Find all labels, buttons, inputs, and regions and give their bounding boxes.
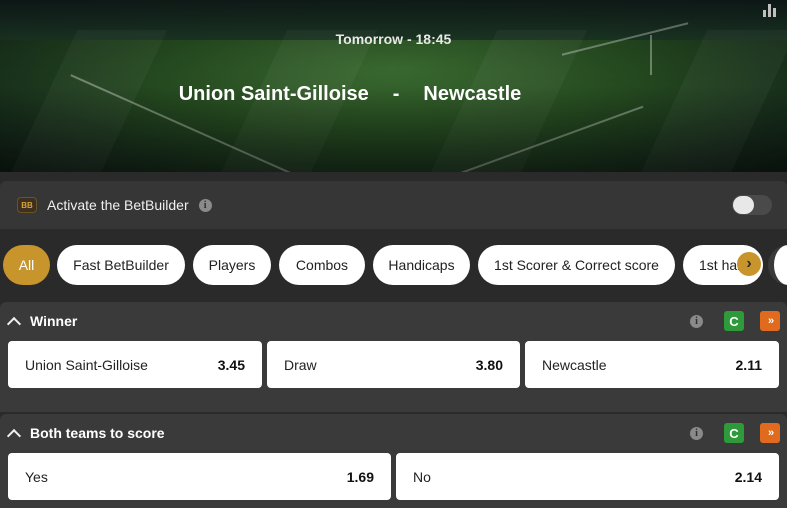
selection-label: Yes bbox=[25, 468, 48, 485]
odds-button[interactable]: Union Saint-Gilloise 3.45 bbox=[8, 341, 262, 388]
chevron-right-icon[interactable]: › bbox=[737, 252, 761, 276]
betbuilder-toggle[interactable] bbox=[732, 195, 772, 215]
market-header-icons: i C » bbox=[690, 423, 780, 443]
away-team-name: Newcastle bbox=[423, 83, 522, 105]
betbuilder-bar: BB Activate the BetBuilder i bbox=[0, 181, 787, 229]
bar-chart-icon[interactable] bbox=[763, 3, 777, 17]
info-icon[interactable]: i bbox=[690, 314, 703, 328]
fast-bet-icon[interactable]: » bbox=[760, 311, 780, 331]
selection-price: 2.11 bbox=[735, 356, 762, 373]
selection-price: 1.69 bbox=[346, 468, 374, 485]
fast-bet-icon[interactable]: » bbox=[760, 423, 780, 443]
selection-price: 3.80 bbox=[475, 356, 503, 373]
odds-button[interactable]: Yes 1.69 bbox=[8, 453, 391, 500]
odds-button[interactable]: Draw 3.80 bbox=[267, 341, 520, 388]
betbuilder-label: Activate the BetBuilder bbox=[47, 197, 189, 213]
selection-label: Union Saint-Gilloise bbox=[25, 356, 148, 373]
selection-price: 2.14 bbox=[734, 468, 762, 485]
market-title: Both teams to score bbox=[30, 425, 165, 441]
chip-all[interactable]: All bbox=[3, 245, 50, 285]
chip-scorer-correct-score[interactable]: 1st Scorer & Correct score bbox=[478, 245, 675, 285]
market-header[interactable]: Both teams to score i C » bbox=[0, 414, 787, 452]
home-team-name: Union Saint-Gilloise bbox=[178, 83, 369, 105]
selection-label: Newcastle bbox=[542, 356, 607, 373]
selection-label: No bbox=[413, 468, 431, 485]
kickoff-time: Tomorrow - 18:45 bbox=[335, 31, 452, 47]
market-title: Winner bbox=[30, 313, 78, 329]
match-title: Union Saint-Gilloise - Newcastle bbox=[0, 83, 700, 106]
market-header-icons: i C » bbox=[690, 311, 780, 331]
market-winner: Winner i C » Union Saint-Gilloise 3.45 D… bbox=[0, 302, 787, 412]
chip-handicaps[interactable]: Handicaps bbox=[373, 245, 470, 285]
team-separator: - bbox=[392, 83, 400, 105]
chip-fast-betbuilder[interactable]: Fast BetBuilder bbox=[57, 245, 185, 285]
cashout-icon[interactable]: C bbox=[724, 423, 744, 443]
event-page: Tomorrow - 18:45 Union Saint-Gilloise - Ne… bbox=[0, 0, 787, 508]
info-icon[interactable]: i bbox=[198, 198, 212, 212]
selection-price: 3.45 bbox=[217, 356, 245, 373]
market-filter-chips: All Fast BetBuilder Players Combos Handi… bbox=[0, 229, 787, 301]
market-both-teams-to-score: Both teams to score i C » Yes 1.69 No 2.… bbox=[0, 414, 787, 508]
info-icon[interactable]: i bbox=[690, 426, 703, 440]
chevron-up-icon[interactable] bbox=[6, 428, 22, 443]
betbuilder-badge: BB bbox=[17, 197, 37, 213]
odds-button[interactable]: Newcastle 2.11 bbox=[525, 341, 779, 388]
selection-label: Draw bbox=[284, 356, 317, 373]
market-header[interactable]: Winner i C » bbox=[0, 302, 787, 340]
chip-players[interactable]: Players bbox=[193, 245, 271, 285]
chevron-up-icon[interactable] bbox=[6, 316, 22, 331]
odds-button[interactable]: No 2.14 bbox=[396, 453, 779, 500]
cashout-icon[interactable]: C bbox=[724, 311, 744, 331]
event-hero-banner: Tomorrow - 18:45 Union Saint-Gilloise - Ne… bbox=[0, 0, 787, 172]
odds-row: Yes 1.69 No 2.14 bbox=[8, 453, 779, 500]
chip-combos[interactable]: Combos bbox=[279, 245, 365, 285]
toggle-knob bbox=[733, 196, 754, 214]
odds-row: Union Saint-Gilloise 3.45 Draw 3.80 Newc… bbox=[8, 341, 779, 388]
